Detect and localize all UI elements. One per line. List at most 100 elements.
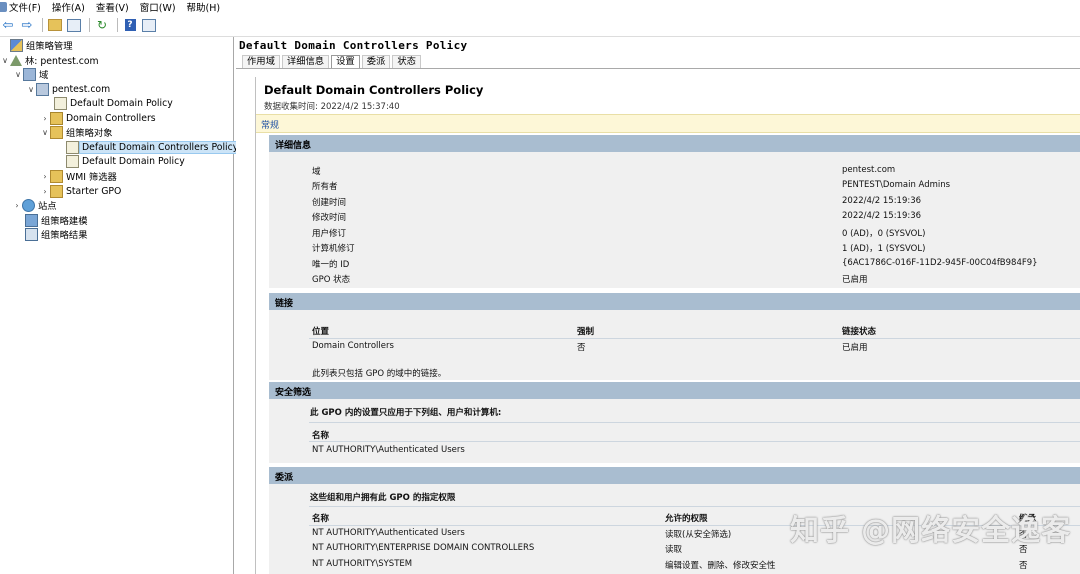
links-section-header[interactable]: 链接 — [269, 293, 1080, 310]
refresh-icon[interactable]: ↻ — [94, 17, 110, 33]
chevron-down-icon[interactable]: ∨ — [13, 70, 23, 79]
toolbar-separator — [117, 18, 118, 32]
app-icon — [0, 2, 7, 12]
folder-icon — [50, 125, 63, 139]
tree-item-default-domain-policy-link[interactable]: Default Domain Policy — [44, 96, 173, 110]
show-tree-icon[interactable] — [66, 17, 82, 33]
detail-value: 已启用 — [842, 275, 868, 285]
delegation-permission: 读取 — [665, 545, 683, 555]
chevron-down-icon[interactable]: ∨ — [40, 128, 50, 137]
tree-item-wmi[interactable]: › WMI 筛选器 — [40, 169, 117, 183]
security-section-body: 此 GPO 内的设置只应用于下列组、用户和计算机: 名称 NT AUTHORIT… — [269, 399, 1080, 463]
tab-delegation[interactable]: 委派 — [361, 55, 391, 69]
properties-icon[interactable] — [141, 17, 157, 33]
detail-value: {6AC1786C-016F-11D2-945F-00C04fB984F9} — [842, 258, 1038, 268]
pane-title: Default Domain Controllers Policy — [239, 39, 468, 52]
divider — [309, 422, 1080, 423]
folder-icon — [50, 169, 63, 183]
chevron-right-icon[interactable]: › — [40, 187, 50, 196]
tree-item-domain[interactable]: ∨ pentest.com — [26, 82, 110, 96]
tab-settings[interactable]: 设置 — [331, 55, 360, 69]
chevron-right-icon[interactable]: › — [40, 172, 50, 181]
menu-view[interactable]: 查看(V) — [96, 0, 129, 14]
detail-key: 域 — [312, 167, 321, 177]
tab-strip: 作用域 详细信息 设置 委派 状态 — [242, 55, 423, 69]
detail-value: 1 (AD)，1 (SYSVOL) — [842, 244, 926, 254]
chevron-down-icon[interactable]: ∨ — [0, 56, 10, 65]
links-section-body: 位置 强制 链接状态 Domain Controllers 否 已启用 此列表只… — [269, 310, 1080, 380]
forward-arrow-icon[interactable]: ⇨ — [19, 17, 35, 33]
details-section-header[interactable]: 详细信息 — [269, 135, 1080, 152]
tab-status[interactable]: 状态 — [392, 55, 421, 69]
detail-value: 0 (AD)，0 (SYSVOL) — [842, 229, 926, 239]
back-arrow-icon[interactable]: ⇦ — [0, 17, 16, 33]
tree-item-gpo-folder[interactable]: ∨ 组策略对象 — [40, 125, 113, 139]
menu-window[interactable]: 窗口(W) — [140, 0, 176, 14]
tab-divider — [236, 68, 1080, 69]
col-location: 位置 — [312, 327, 330, 337]
tree-item-sites[interactable]: › 站点 — [12, 198, 57, 212]
links-note: 此列表只包括 GPO 的域中的链接。 — [312, 369, 447, 379]
link-location: Domain Controllers — [312, 341, 394, 351]
security-section-title: 安全筛选 — [275, 388, 312, 398]
group-policy-management-icon — [10, 38, 23, 52]
col-name: 名称 — [312, 514, 330, 524]
tree-item-modeling[interactable]: 组策略建模 — [15, 213, 88, 227]
toolbar-separator — [89, 18, 90, 32]
col-permission: 允许的权限 — [665, 514, 708, 524]
tree-item-domain-controllers[interactable]: › Domain Controllers — [40, 111, 156, 125]
link-status: 已启用 — [842, 343, 868, 353]
links-section-title: 链接 — [275, 299, 294, 309]
general-section-bar[interactable]: 常规 — [256, 114, 1080, 133]
delegation-principal: NT AUTHORITY\SYSTEM — [312, 559, 413, 569]
menu-file[interactable]: 文件(F) — [9, 0, 41, 14]
security-section-header[interactable]: 安全筛选 — [269, 382, 1080, 399]
chevron-right-icon[interactable]: › — [12, 201, 22, 210]
detail-key: 计算机修订 — [312, 244, 355, 254]
results-icon — [25, 227, 38, 241]
menu-action[interactable]: 操作(A) — [52, 0, 85, 14]
delegation-section-header[interactable]: 委派 — [269, 467, 1080, 484]
delegation-section-title: 委派 — [275, 473, 294, 483]
tree-item-results[interactable]: 组策略结果 — [15, 227, 88, 241]
tab-scope[interactable]: 作用域 — [242, 55, 280, 69]
tree-item-ddcp[interactable]: Default Domain Controllers Policy — [56, 140, 242, 154]
link-enforced: 否 — [577, 343, 586, 353]
chevron-right-icon[interactable]: › — [40, 114, 50, 123]
delegation-permission: 读取(从安全筛选) — [665, 530, 732, 540]
detail-value: PENTEST\Domain Admins — [842, 180, 951, 190]
tab-details[interactable]: 详细信息 — [281, 55, 330, 69]
tree-item-domains[interactable]: ∨ 域 — [13, 67, 48, 81]
report-title: Default Domain Controllers Policy — [264, 83, 484, 97]
detail-key: 用户修订 — [312, 229, 347, 239]
delegation-principal: NT AUTHORITY\Authenticated Users — [312, 528, 465, 538]
menu-help[interactable]: 帮助(H) — [187, 0, 221, 14]
general-link[interactable]: 常规 — [261, 118, 279, 131]
folder-up-icon[interactable] — [47, 17, 63, 33]
toolbar: ⇦ ⇨ ↻ ? — [0, 14, 1080, 37]
col-enforced: 强制 — [577, 327, 595, 337]
divider — [309, 441, 1080, 442]
console-tree: 组策略管理 ∨ 林: pentest.com ∨ 域 ∨ pentest.com… — [0, 37, 242, 574]
help-icon[interactable]: ? — [122, 17, 138, 33]
security-desc: 此 GPO 内的设置只应用于下列组、用户和计算机: — [310, 408, 502, 418]
forest-icon — [10, 54, 22, 66]
security-principal: NT AUTHORITY\Authenticated Users — [312, 445, 465, 455]
tree-item-ddp[interactable]: Default Domain Policy — [56, 154, 185, 168]
col-link-status: 链接状态 — [842, 327, 877, 337]
detail-value: pentest.com — [842, 165, 896, 175]
delegation-desc: 这些组和用户拥有此 GPO 的指定权限 — [310, 493, 456, 503]
gpo-link-icon — [54, 96, 67, 110]
settings-report[interactable]: Default Domain Controllers Policy 数据收集时间… — [255, 77, 1080, 574]
delegation-permission: 编辑设置、删除、修改安全性 — [665, 561, 776, 571]
delegation-inherited: 否 — [1019, 561, 1028, 571]
chevron-down-icon[interactable]: ∨ — [26, 85, 36, 94]
gpo-icon — [66, 140, 79, 154]
tree-item-forest[interactable]: ∨ 林: pentest.com — [0, 53, 99, 67]
watermark: 知乎 @网络安全逸客 — [790, 513, 1072, 547]
detail-value: 2022/4/2 15:19:36 — [842, 196, 922, 206]
detail-key: 创建时间 — [312, 198, 347, 208]
tree-item-starter-gpo[interactable]: › Starter GPO — [40, 184, 121, 198]
detail-key: 修改时间 — [312, 213, 347, 223]
tree-item-gpm[interactable]: 组策略管理 — [0, 38, 73, 52]
